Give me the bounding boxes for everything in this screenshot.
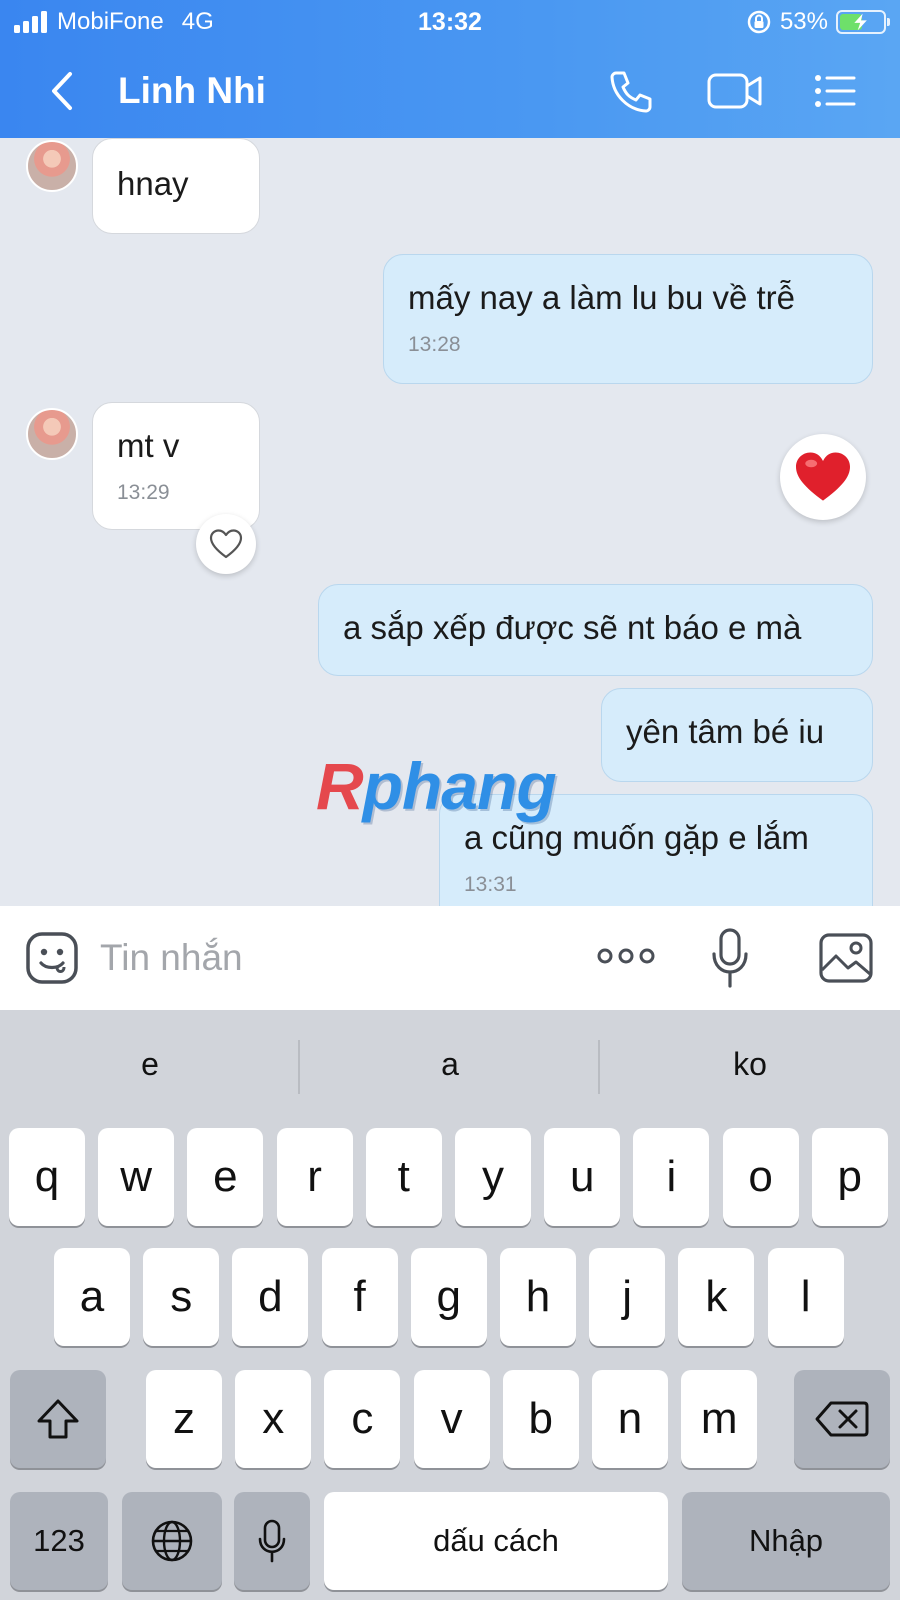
key-j[interactable]: j <box>589 1248 666 1346</box>
heart-reaction[interactable] <box>780 434 866 520</box>
numbers-key[interactable]: 123 <box>10 1492 108 1590</box>
key-a[interactable]: a <box>54 1248 130 1346</box>
contact-name[interactable]: Linh Nhi <box>118 70 266 112</box>
key-n[interactable]: n <box>592 1370 668 1468</box>
orientation-lock-icon <box>747 10 771 34</box>
image-button[interactable] <box>818 932 874 989</box>
message-text: yên tâm bé iu <box>626 713 825 750</box>
key-d[interactable]: d <box>232 1248 309 1346</box>
menu-list-icon <box>815 75 856 107</box>
message-text: a cũng muốn gặp e lắm <box>464 819 809 856</box>
microphone-icon <box>712 928 748 988</box>
key-w[interactable]: w <box>98 1128 175 1226</box>
watermark-letter: R <box>316 749 364 823</box>
dictation-icon <box>258 1519 286 1563</box>
more-button[interactable] <box>596 936 656 981</box>
message-time: 13:31 <box>464 873 517 896</box>
key-o[interactable]: o <box>722 1128 799 1226</box>
shift-key[interactable] <box>10 1370 106 1468</box>
message-time: 13:28 <box>408 333 461 356</box>
key-z[interactable]: z <box>146 1370 222 1468</box>
message-bubble-outgoing[interactable]: a sắp xếp được sẽ nt báo e mà <box>318 584 873 676</box>
sticker-icon <box>26 932 78 984</box>
key-h[interactable]: h <box>500 1248 576 1346</box>
nav-bar: Linh Nhi <box>0 52 900 132</box>
backspace-icon <box>815 1401 869 1437</box>
key-i[interactable]: i <box>633 1128 710 1226</box>
charging-bolt-icon <box>854 13 867 31</box>
contact-avatar[interactable] <box>26 408 78 460</box>
key-f[interactable]: f <box>321 1248 398 1346</box>
key-l[interactable]: l <box>767 1248 844 1346</box>
globe-key[interactable] <box>122 1492 222 1590</box>
image-icon <box>819 933 873 983</box>
key-u[interactable]: u <box>544 1128 621 1226</box>
message-bubble-incoming[interactable]: mt v 13:29 <box>92 402 260 530</box>
message-text: mấy nay a làm lu bu về trễ <box>408 279 796 316</box>
keyboard: e a ko 123 dấu cách Nhập q w e r t y u i… <box>0 1010 900 1600</box>
phone-icon <box>610 71 652 113</box>
red-heart-icon <box>796 452 850 501</box>
message-text: mt v <box>117 427 180 464</box>
message-list[interactable]: hnay mấy nay a làm lu bu về trễ 13:28 mt… <box>0 138 900 906</box>
key-t[interactable]: t <box>365 1128 442 1226</box>
message-input[interactable] <box>100 932 570 984</box>
key-b[interactable]: b <box>502 1370 579 1468</box>
video-call-button[interactable] <box>706 66 766 116</box>
watermark-text: phang <box>362 749 557 823</box>
message-bubble-outgoing[interactable]: yên tâm bé iu <box>601 688 873 782</box>
backspace-key[interactable] <box>794 1370 890 1468</box>
voice-message-button[interactable] <box>710 926 750 995</box>
video-call-icon <box>707 73 762 109</box>
battery-percent: 53% <box>779 8 828 35</box>
battery-icon <box>836 10 890 34</box>
message-text: hnay <box>117 165 189 202</box>
key-m[interactable]: m <box>681 1370 758 1468</box>
message-text: a sắp xếp được sẽ nt báo e mà <box>343 609 802 646</box>
back-icon <box>52 72 72 110</box>
key-k[interactable]: k <box>678 1248 755 1346</box>
sticker-button[interactable] <box>24 930 80 991</box>
suggestion-item[interactable]: ko <box>600 1046 900 1083</box>
suggestion-item[interactable]: e <box>0 1046 300 1083</box>
shift-icon <box>37 1399 79 1439</box>
message-bubble-outgoing[interactable]: mấy nay a làm lu bu về trễ 13:28 <box>383 254 873 384</box>
contact-avatar[interactable] <box>26 140 78 192</box>
key-q[interactable]: q <box>9 1128 85 1226</box>
key-p[interactable]: p <box>811 1128 888 1226</box>
heart-outline-icon <box>209 529 243 559</box>
dictation-key[interactable] <box>234 1492 310 1590</box>
react-button[interactable] <box>196 514 256 574</box>
watermark-logo: Rphang <box>316 748 557 824</box>
key-x[interactable]: x <box>235 1370 312 1468</box>
suggestion-item[interactable]: a <box>300 1046 600 1083</box>
key-v[interactable]: v <box>413 1370 490 1468</box>
key-y[interactable]: y <box>455 1128 531 1226</box>
key-r[interactable]: r <box>276 1128 353 1226</box>
return-key[interactable]: Nhập <box>682 1492 890 1590</box>
composer-bar <box>0 906 900 1010</box>
status-right: 53% <box>746 8 890 36</box>
key-g[interactable]: g <box>410 1248 487 1346</box>
globe-icon <box>151 1520 193 1562</box>
more-icon <box>597 948 655 964</box>
key-e[interactable]: e <box>187 1128 264 1226</box>
menu-button[interactable] <box>810 66 866 116</box>
key-s[interactable]: s <box>143 1248 220 1346</box>
voice-call-button[interactable] <box>606 66 662 116</box>
suggestion-bar: e a ko <box>0 1010 900 1122</box>
key-c[interactable]: c <box>324 1370 401 1468</box>
chat-header: MobiFone 4G 13:32 53% Linh Nhi <box>0 0 900 138</box>
message-bubble-incoming[interactable]: hnay <box>92 138 260 234</box>
message-time: 13:29 <box>117 481 170 504</box>
status-bar: MobiFone 4G 13:32 53% <box>0 0 900 46</box>
back-button[interactable] <box>40 66 90 116</box>
space-key[interactable]: dấu cách <box>324 1492 668 1590</box>
